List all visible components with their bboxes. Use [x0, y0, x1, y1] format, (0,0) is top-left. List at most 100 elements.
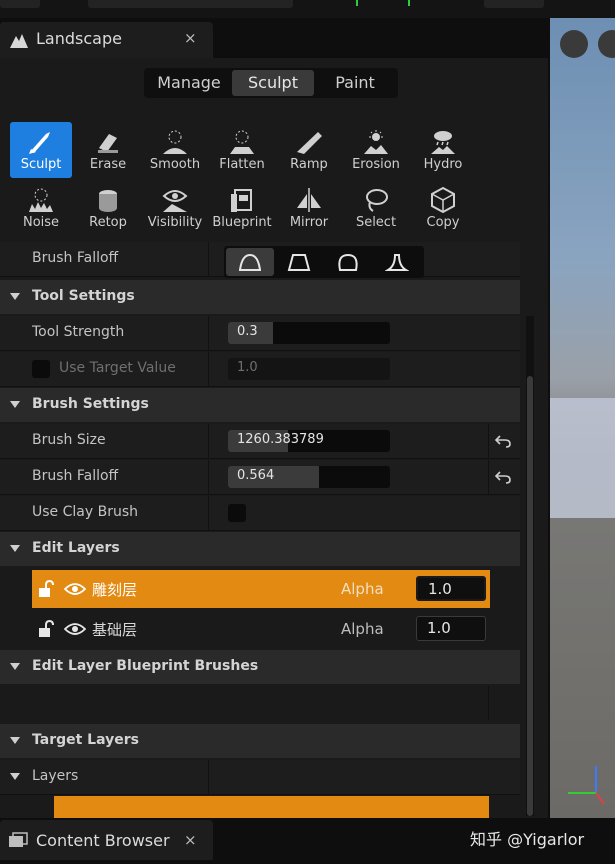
target-layers-header[interactable]: Target Layers	[0, 724, 520, 758]
tab-close-icon[interactable]: ×	[184, 29, 197, 47]
reset-arrow-icon[interactable]	[494, 432, 512, 450]
tool-copy[interactable]: Copy	[412, 180, 474, 236]
tool-erosion[interactable]: Erosion	[345, 122, 407, 178]
tool-hydro[interactable]: Hydro	[412, 122, 474, 178]
brush-falloff-type-label: Brush Falloff	[32, 250, 119, 266]
edit-layer-blueprint-brushes-header[interactable]: Edit Layer Blueprint Brushes	[0, 650, 520, 684]
tool-blueprint[interactable]: Blueprint	[211, 180, 273, 236]
top-toolbar-strip	[0, 0, 615, 18]
erosion-icon	[364, 130, 388, 154]
layers-label: Layers	[32, 768, 79, 784]
mode-manage[interactable]: Manage	[148, 70, 230, 96]
collapse-arrow-icon	[10, 773, 20, 780]
mode-sculpt[interactable]: Sculpt	[232, 70, 314, 96]
falloff-tip-button[interactable]	[373, 248, 421, 276]
edit-layers-header[interactable]: Edit Layers	[0, 532, 520, 566]
layer-alpha-label: Alpha	[341, 580, 384, 598]
brush-settings-header[interactable]: Brush Settings	[0, 388, 520, 422]
falloff-smooth-button[interactable]	[226, 248, 274, 276]
falloff-linear-button[interactable]	[275, 248, 323, 276]
retop-icon	[99, 190, 117, 212]
eraser-icon	[98, 134, 118, 153]
landscape-panel: Manage Sculpt Paint Sculpt Erase Smooth …	[0, 58, 548, 818]
brush-falloff-input[interactable]: 0.564	[228, 466, 390, 488]
falloff-smooth-icon	[239, 253, 261, 271]
collapse-arrow-icon	[10, 663, 20, 670]
tool-ramp[interactable]: Ramp	[278, 122, 340, 178]
viewport-menu-button[interactable]	[560, 30, 588, 58]
tab-title: Landscape	[36, 29, 122, 48]
sculpt-brush-icon	[29, 132, 50, 154]
tool-smooth[interactable]: Smooth	[144, 122, 206, 178]
eye-visibility-icon[interactable]	[64, 622, 86, 636]
axis-gizmo-icon	[568, 766, 605, 805]
tool-settings-header[interactable]: Tool Settings	[0, 280, 520, 314]
tool-sculpt[interactable]: Sculpt	[10, 122, 72, 178]
edit-layer-row-selected[interactable]: 雕刻层 Alpha 1.0	[32, 570, 490, 608]
layer-alpha-input[interactable]: 1.0	[416, 616, 486, 641]
tool-erase[interactable]: Erase	[77, 122, 139, 178]
collapse-arrow-icon	[10, 401, 20, 408]
tool-strength-input[interactable]: 0.3	[228, 322, 390, 344]
eye-visibility-icon[interactable]	[64, 582, 86, 596]
mirror-icon	[297, 188, 321, 212]
copy-icon	[431, 186, 455, 214]
use-clay-brush-checkbox[interactable]	[228, 504, 246, 522]
brush-falloff-label: Brush Falloff	[32, 468, 119, 484]
falloff-spherical-icon	[338, 253, 358, 271]
collapse-arrow-icon	[10, 293, 20, 300]
layers-subsection-row[interactable]: Layers	[0, 760, 520, 795]
panel-scrollbar[interactable]	[526, 316, 534, 816]
target-value-input[interactable]: 1.0	[228, 358, 390, 380]
tool-flatten[interactable]: Flatten	[211, 122, 273, 178]
layer-alpha-label: Alpha	[341, 620, 384, 638]
mode-switcher: Manage Sculpt Paint	[144, 68, 398, 98]
collapse-arrow-icon	[10, 737, 20, 744]
layer-name: 基础层	[92, 621, 138, 639]
mode-paint[interactable]: Paint	[316, 70, 394, 96]
select-lasso-icon	[366, 189, 388, 212]
brush-size-input[interactable]: 1260.383789	[228, 430, 390, 452]
level-viewport[interactable]	[550, 18, 615, 818]
folder-stack-icon	[9, 832, 28, 847]
unlock-icon[interactable]	[38, 620, 54, 638]
tool-visibility[interactable]: Visibility	[144, 180, 206, 236]
brush-falloff-row: Brush Falloff 0.564	[0, 460, 520, 495]
landscape-tab[interactable]: Landscape ×	[0, 22, 213, 58]
noise-icon	[29, 188, 53, 212]
target-layer-selected-row[interactable]	[54, 796, 489, 818]
tool-noise[interactable]: Noise	[10, 180, 72, 236]
use-target-value-checkbox[interactable]	[32, 360, 50, 378]
edit-layer-row[interactable]: 基础层 Alpha 1.0	[32, 610, 490, 648]
falloff-spherical-button[interactable]	[324, 248, 372, 276]
brush-size-row: Brush Size 1260.383789	[0, 424, 520, 459]
viewport-options-button[interactable]	[598, 30, 615, 58]
collapse-arrow-icon	[10, 545, 20, 552]
use-target-value-row: Use Target Value 1.0	[0, 352, 520, 387]
unlock-icon[interactable]	[38, 580, 54, 598]
blueprint-icon	[231, 189, 252, 212]
brush-size-label: Brush Size	[32, 432, 106, 448]
hydro-icon	[431, 131, 455, 154]
flatten-icon	[230, 130, 254, 154]
use-target-value-label: Use Target Value	[59, 360, 176, 376]
tool-retop[interactable]: Retop	[77, 180, 139, 236]
tool-strength-label: Tool Strength	[32, 324, 125, 340]
toolbar-segment	[88, 0, 293, 8]
toolbar-segment	[484, 0, 544, 8]
tool-strength-row: Tool Strength 0.3	[0, 316, 520, 351]
use-clay-brush-row: Use Clay Brush	[0, 496, 520, 531]
tab-close-icon[interactable]: ×	[184, 831, 197, 849]
brush-falloff-type-selector	[224, 246, 424, 278]
layer-name: 雕刻层	[92, 581, 138, 599]
use-clay-brush-label: Use Clay Brush	[32, 504, 138, 520]
tool-mirror[interactable]: Mirror	[278, 180, 340, 236]
smooth-icon	[163, 130, 187, 154]
falloff-linear-icon	[287, 254, 311, 271]
content-browser-tab[interactable]: Content Browser ×	[0, 820, 213, 860]
layer-alpha-input[interactable]: 1.0	[416, 576, 486, 601]
tool-select[interactable]: Select	[345, 180, 407, 236]
falloff-tip-icon	[385, 254, 409, 271]
scrollbar-thumb[interactable]	[527, 376, 533, 816]
reset-arrow-icon[interactable]	[494, 468, 512, 486]
